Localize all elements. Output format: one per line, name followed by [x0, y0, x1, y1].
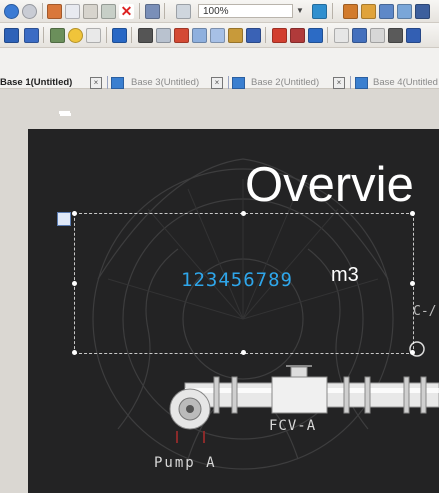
tags-icon[interactable] — [361, 4, 376, 19]
resize-handle[interactable] — [72, 350, 77, 355]
clipped-label: C-/ — [413, 304, 437, 319]
more-icon[interactable] — [406, 28, 421, 43]
numeric-icon[interactable] — [112, 28, 127, 43]
screen-icon — [355, 77, 368, 89]
align-icon[interactable] — [334, 28, 349, 43]
redo-icon[interactable] — [22, 4, 37, 19]
group-icon[interactable] — [370, 28, 385, 43]
screen-icon — [111, 77, 124, 89]
valve-label[interactable]: FCV-A — [269, 418, 316, 434]
standard-toolbar: ✕ 100% ▼ — [0, 0, 439, 23]
export-icon[interactable] — [415, 4, 430, 19]
chevron-down-icon[interactable]: ▼ — [296, 6, 304, 15]
close-icon[interactable]: × — [211, 77, 223, 89]
bulb-icon[interactable] — [68, 28, 83, 43]
tab-base-2[interactable]: Base 2(Untitled) — [251, 76, 319, 90]
gem-icon[interactable] — [246, 28, 261, 43]
unit-label[interactable]: m3 — [331, 264, 359, 287]
tab-base-3[interactable]: Base 3(Untitled) — [131, 76, 199, 90]
layer-icon[interactable] — [388, 28, 403, 43]
copy-icon[interactable] — [65, 4, 80, 19]
resize-handle[interactable] — [410, 211, 415, 216]
shape-icon[interactable] — [50, 28, 65, 43]
keypad-icon[interactable] — [138, 28, 153, 43]
undo-icon[interactable] — [4, 4, 19, 19]
resize-handle[interactable] — [72, 211, 77, 216]
cut-icon[interactable] — [47, 4, 62, 19]
resize-handle[interactable] — [410, 281, 415, 286]
xy-chart-icon[interactable] — [210, 28, 225, 43]
object-anchor-icon[interactable] — [57, 212, 71, 226]
pump-label[interactable]: Pump A — [154, 455, 217, 471]
draw-icon[interactable] — [156, 28, 171, 43]
grid-layout-icon[interactable] — [4, 28, 19, 43]
canvas-marker — [59, 111, 70, 114]
zoom-icon[interactable] — [176, 4, 191, 19]
check-icon[interactable] — [397, 4, 412, 19]
page-icon[interactable] — [86, 28, 101, 43]
tab-base-4[interactable]: Base 4(Untitled — [373, 76, 438, 90]
bar-chart-icon[interactable] — [174, 28, 189, 43]
grid-icon[interactable] — [379, 4, 394, 19]
duplicate-icon[interactable] — [101, 4, 116, 19]
table-icon[interactable] — [24, 28, 39, 43]
delete-icon[interactable]: ✕ — [119, 4, 134, 19]
event-icon[interactable] — [290, 28, 305, 43]
overview-title[interactable]: Overvie — [245, 157, 414, 213]
resize-handle[interactable] — [410, 350, 415, 355]
close-icon[interactable]: × — [90, 77, 102, 89]
object-toolbar — [0, 23, 439, 48]
close-icon[interactable]: × — [333, 77, 345, 89]
trend-icon[interactable] — [192, 28, 207, 43]
numeric-display[interactable]: 123456789 — [181, 269, 293, 291]
screen-icon — [232, 77, 245, 89]
zoom-input[interactable]: 100% — [198, 4, 293, 18]
resize-handle[interactable] — [72, 281, 77, 286]
meter-icon[interactable] — [228, 28, 243, 43]
distribute-icon[interactable] — [352, 28, 367, 43]
alarm-icon[interactable] — [272, 28, 287, 43]
library-icon[interactable] — [343, 4, 358, 19]
tab-base-1[interactable]: Base 1(Untitled) — [0, 76, 72, 90]
paste-icon[interactable] — [83, 4, 98, 19]
window-icon[interactable] — [308, 28, 323, 43]
format-icon[interactable] — [145, 4, 160, 19]
resize-handle[interactable] — [241, 211, 246, 216]
document-tabs: Base 1(Untitled) × Base 3(Untitled) × Ba… — [0, 48, 439, 90]
screen-icon[interactable] — [312, 4, 327, 19]
resize-handle[interactable] — [241, 350, 246, 355]
